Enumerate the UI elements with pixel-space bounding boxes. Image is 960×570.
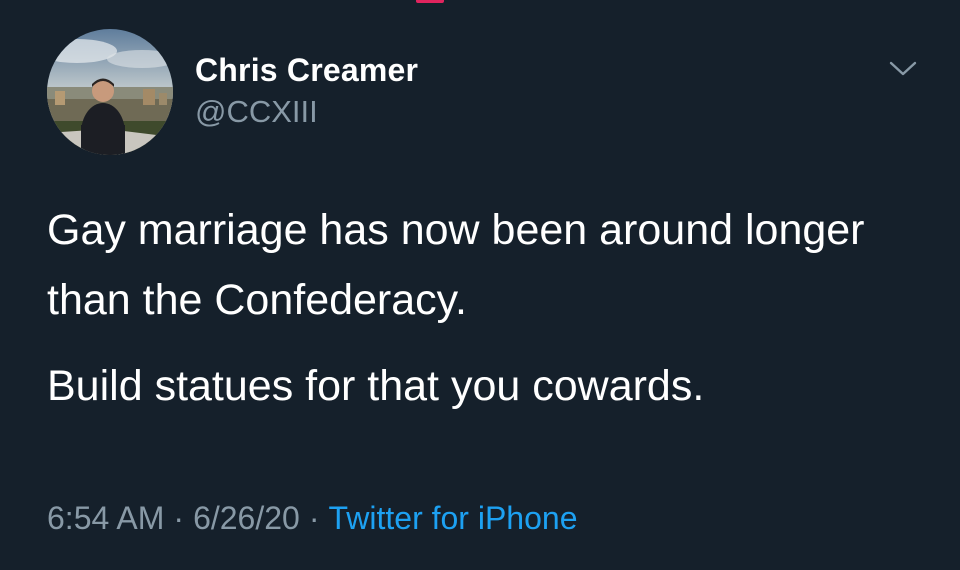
tweet-meta: 6:54 AM · 6/26/20 · Twitter for iPhone: [47, 496, 577, 540]
tweet-paragraph: Gay marriage has now been around longer …: [47, 206, 865, 324]
tweet-text: Gay marriage has now been around longer …: [47, 195, 907, 421]
tweet-card: Chris Creamer @CCXIII Gay marriage has n…: [0, 0, 960, 570]
tweet-source-link[interactable]: Twitter for iPhone: [328, 500, 577, 536]
tweet-header: Chris Creamer @CCXIII: [47, 29, 418, 155]
avatar-photo: [47, 29, 173, 155]
author-identity: Chris Creamer @CCXIII: [195, 51, 418, 131]
tweet-paragraph: Build statues for that you cowards.: [47, 362, 705, 410]
meta-separator: ·: [308, 500, 320, 536]
tweet-date[interactable]: 6/26/20: [193, 500, 300, 536]
tweet-time[interactable]: 6:54 AM: [47, 500, 164, 536]
author-display-name[interactable]: Chris Creamer: [195, 51, 418, 89]
chevron-down-icon[interactable]: [888, 56, 918, 80]
author-handle[interactable]: @CCXIII: [195, 93, 418, 131]
meta-separator: ·: [173, 500, 185, 536]
avatar[interactable]: [47, 29, 173, 155]
